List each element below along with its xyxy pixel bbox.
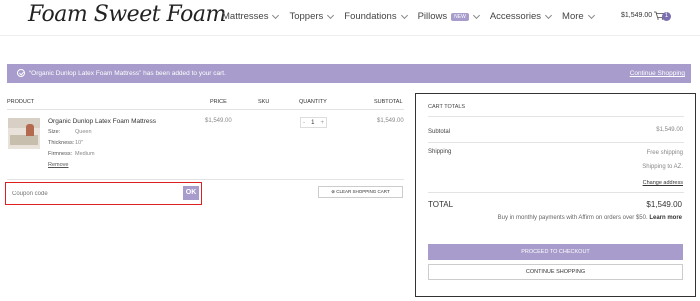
nav-label: Toppers: [289, 11, 324, 22]
table-divider: [7, 179, 404, 180]
product-attr-thickness: Thickness: 10": [48, 140, 83, 146]
continue-shopping-button[interactable]: CONTINUE SHOPPING: [428, 264, 683, 280]
subtotal-label: Subtotal: [428, 129, 451, 135]
coupon-input[interactable]: [12, 187, 184, 200]
product-subtotal: $1,549.00: [377, 118, 404, 124]
nav-label: Foundations: [344, 11, 397, 22]
nav-item-pillows[interactable]: Pillows NEW: [417, 11, 480, 22]
added-to-cart-notice: “Organic Dunlop Latex Foam Mattress” has…: [7, 64, 691, 83]
shipping-method: Free shipping: [646, 150, 683, 156]
product-price: $1,549.00: [205, 118, 232, 124]
site-header: Foam Sweet Foam Mattresses Toppers Found…: [0, 0, 700, 36]
nav-label: Accessories: [489, 11, 542, 22]
totals-divider: [428, 142, 684, 143]
nav-item-mattresses[interactable]: Mattresses: [222, 11, 280, 22]
qty-increase-button[interactable]: +: [320, 120, 324, 126]
totals-divider: [428, 116, 684, 117]
column-header-quantity: QUANTITY: [299, 99, 327, 105]
notice-text: “Organic Dunlop Latex Foam Mattress” has…: [29, 70, 226, 77]
nav-label: More: [562, 11, 584, 22]
qty-decrease-button[interactable]: -: [303, 120, 305, 126]
quantity-stepper[interactable]: - 1 +: [300, 117, 327, 128]
totals-divider: [428, 192, 684, 193]
nav-item-accessories[interactable]: Accessories: [489, 11, 553, 22]
nav-label: Pillows: [417, 11, 448, 22]
site-logo[interactable]: Foam Sweet Foam: [28, 2, 226, 27]
chevron-down-icon: [587, 11, 595, 19]
product-name[interactable]: Organic Dunlop Latex Foam Mattress: [48, 118, 156, 125]
clear-cart-button[interactable]: ⊗ CLEAR SHOPPING CART: [318, 186, 403, 198]
attr-value: Medium: [75, 151, 95, 157]
continue-shopping-link[interactable]: Continue Shopping: [630, 70, 685, 77]
cart-count-badge: 1: [662, 12, 671, 21]
attr-label: Size:: [48, 129, 61, 135]
subtotal-value: $1,549.00: [656, 127, 683, 133]
attr-label: Firmness:: [48, 151, 73, 157]
main-nav: Mattresses Toppers Foundations Pillows N…: [222, 11, 605, 22]
shipping-label: Shipping: [428, 149, 452, 155]
shipping-destination: Shipping to AZ.: [642, 164, 683, 170]
column-header-sku: SKU: [258, 99, 270, 105]
affirm-text: Buy in monthly payments with Affirm on o…: [497, 215, 648, 221]
change-address-link[interactable]: Change address: [643, 180, 683, 186]
remove-item-link[interactable]: Remove: [48, 162, 68, 168]
column-header-subtotal: SUBTOTAL: [374, 99, 403, 105]
product-attr-size: Size: Queen: [48, 129, 92, 135]
cart-totals-title: CART TOTALS: [428, 104, 466, 110]
affirm-message: Buy in monthly payments with Affirm on o…: [498, 215, 682, 221]
qty-value[interactable]: 1: [311, 120, 314, 126]
attr-value: Queen: [75, 129, 92, 135]
nav-item-toppers[interactable]: Toppers: [289, 11, 335, 22]
new-badge: NEW: [451, 12, 469, 21]
column-header-product: PRODUCT: [7, 99, 35, 105]
nav-label: Mattresses: [222, 11, 269, 22]
nav-item-foundations[interactable]: Foundations: [344, 11, 408, 22]
chevron-down-icon: [544, 11, 553, 19]
column-header-price: PRICE: [210, 99, 227, 105]
table-divider: [7, 109, 404, 110]
attr-label: Thickness:: [48, 140, 75, 146]
proceed-to-checkout-button[interactable]: PROCEED TO CHECKOUT: [428, 244, 683, 260]
apply-coupon-button[interactable]: OK: [183, 186, 199, 200]
nav-item-more[interactable]: More: [562, 11, 595, 22]
chevron-down-icon: [327, 11, 335, 19]
attr-value: 10": [75, 140, 84, 146]
total-label: TOTAL: [428, 200, 454, 209]
chevron-down-icon: [400, 11, 408, 19]
coupon-form: OK: [5, 182, 202, 205]
product-attr-firmness: Firmness: Medium: [48, 151, 95, 157]
chevron-down-icon: [472, 11, 480, 19]
chevron-down-icon: [272, 11, 280, 19]
check-circle-icon: [17, 69, 25, 77]
product-thumbnail[interactable]: [8, 118, 40, 149]
affirm-learn-more-link[interactable]: Learn more: [649, 215, 682, 221]
cart-totals-panel: CART TOTALS Subtotal $1,549.00 Shipping …: [415, 93, 696, 297]
header-cart-total[interactable]: $1,549.00: [621, 12, 652, 19]
total-value: $1,549.00: [646, 200, 682, 209]
